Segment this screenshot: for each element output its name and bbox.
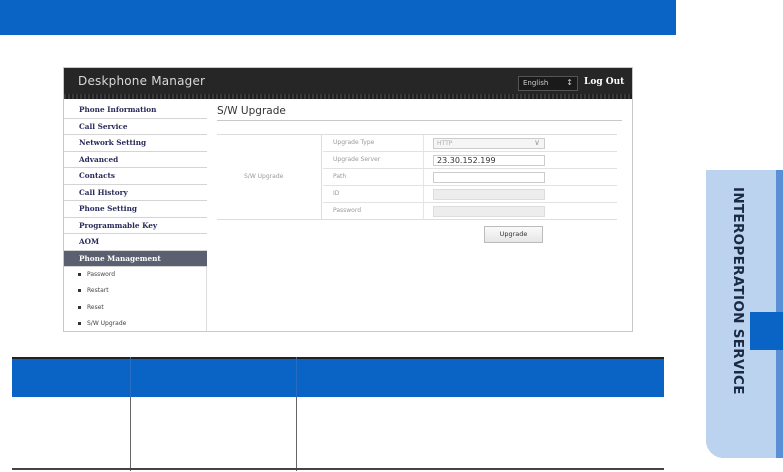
field-row-upgrade-type: Upgrade Type HTTP ∨: [323, 135, 617, 152]
field-row-path: Path: [323, 169, 617, 186]
field-row-upgrade-server: Upgrade Server 23.30.152.199: [323, 152, 617, 169]
field-row-password: Password: [323, 203, 617, 220]
sidebar: Phone Information Call Service Network S…: [64, 102, 207, 331]
logout-link[interactable]: Log Out: [584, 77, 624, 87]
app-header: Deskphone Manager English ↕ Log Out: [64, 68, 632, 99]
sidebar-item-contacts[interactable]: Contacts: [64, 168, 207, 185]
bullet-icon: [78, 273, 81, 276]
top-banner: [0, 0, 676, 35]
sidebar-subitem-label: Restart: [87, 287, 109, 295]
field-label: ID: [333, 190, 340, 197]
upgrade-form: S/W Upgrade Upgrade Type HTTP ∨ Upgrade …: [217, 134, 617, 220]
upgrade-server-input[interactable]: 23.30.152.199: [433, 155, 545, 166]
sidebar-item-network-setting[interactable]: Network Setting: [64, 135, 207, 152]
path-input[interactable]: [433, 172, 545, 183]
upgrade-button[interactable]: Upgrade: [484, 226, 543, 243]
sidebar-item-programmable-key[interactable]: Programmable Key: [64, 218, 207, 234]
sidebar-item-aom[interactable]: AOM: [64, 234, 207, 251]
sidebar-subitem-label: Reset: [87, 303, 104, 311]
id-input: [433, 189, 545, 200]
sidebar-subitem-restart[interactable]: Restart: [64, 283, 207, 300]
table-header: [12, 357, 664, 397]
screenshot-frame: Deskphone Manager English ↕ Log Out Phon…: [63, 67, 633, 332]
sidebar-subitem-reset[interactable]: Reset: [64, 299, 207, 317]
app-title: Deskphone Manager: [78, 74, 206, 88]
main-content: S/W Upgrade S/W Upgrade Upgrade Type HTT…: [217, 102, 622, 243]
form-section-cell: S/W Upgrade: [217, 135, 322, 220]
form-section-label: S/W Upgrade: [244, 173, 284, 180]
sidebar-item-call-service[interactable]: Call Service: [64, 119, 207, 135]
chevron-down-icon: ∨: [534, 138, 540, 147]
bullet-icon: [78, 305, 81, 309]
page-title: S/W Upgrade: [217, 102, 622, 121]
table-bottom-rule: [12, 468, 664, 470]
sidebar-item-phone-management[interactable]: Phone Management: [64, 250, 207, 267]
select-arrow-icon: ↕: [566, 78, 573, 87]
upgrade-type-value: HTTP: [437, 140, 453, 147]
field-label: Upgrade Server: [333, 156, 381, 163]
sidebar-item-call-history[interactable]: Call History: [64, 185, 207, 201]
field-label: Password: [333, 207, 362, 214]
upgrade-type-select[interactable]: HTTP ∨: [433, 138, 545, 149]
field-label: Path: [333, 173, 347, 180]
field-row-id: ID: [323, 186, 617, 203]
sidebar-subitem-label: S/W Upgrade: [87, 320, 127, 328]
field-label: Upgrade Type: [333, 139, 375, 146]
chapter-tab-marker: [750, 312, 783, 350]
language-value: English: [523, 79, 549, 87]
sidebar-item-phone-information[interactable]: Phone Information: [64, 102, 207, 119]
password-input: [433, 206, 545, 217]
chapter-tab-label: INTEROPERATION SERVICE: [730, 187, 746, 395]
description-table: [12, 357, 664, 471]
sidebar-subitem-password[interactable]: Password: [64, 267, 207, 284]
sidebar-item-advanced[interactable]: Advanced: [64, 152, 207, 168]
bullet-icon: [78, 289, 81, 293]
bullet-icon: [78, 322, 81, 326]
sidebar-subitem-label: Password: [87, 271, 116, 278]
sidebar-item-phone-setting[interactable]: Phone Setting: [64, 201, 207, 218]
sidebar-subitem-sw-upgrade[interactable]: S/W Upgrade: [64, 316, 207, 331]
language-select[interactable]: English ↕: [518, 76, 578, 91]
